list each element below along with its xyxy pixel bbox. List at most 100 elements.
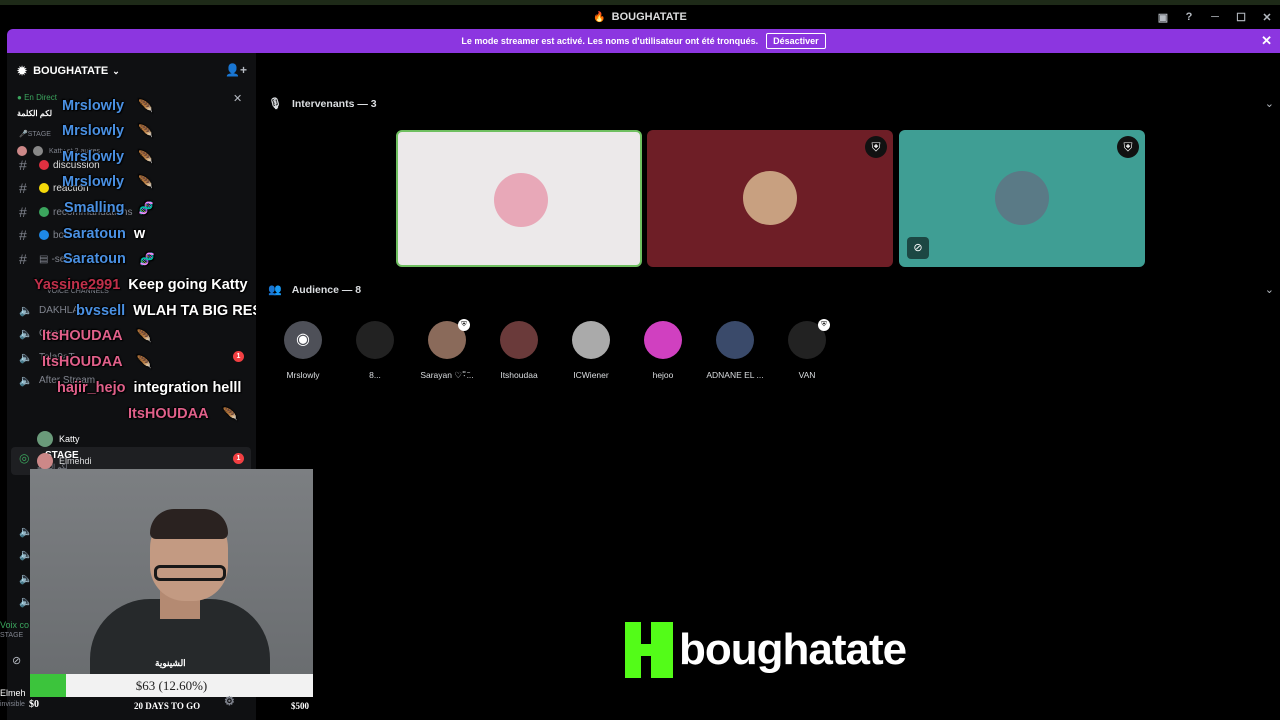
channel-bot[interactable]: # bot [19, 227, 67, 243]
chat-user: ItsHOUDAA [42, 328, 123, 344]
audience-member[interactable]: hejoo [627, 321, 699, 380]
member-name: Elmehdi [59, 456, 92, 466]
chat-message: Mrslowly 🪶 [62, 98, 153, 114]
chat-user: bvssell [76, 303, 126, 319]
goal-amount: $63 (12.60%) [135, 678, 208, 693]
chat-user: Saratoun [63, 251, 126, 267]
chat-message: Mrslowly 🪶 [62, 149, 153, 165]
user-name: Elmeh [0, 688, 26, 698]
people-icon: 👥 [268, 284, 282, 296]
moderator-icon: ⛨ [458, 319, 470, 331]
speaker-tile[interactable]: ⛨ ⊘ [899, 130, 1145, 267]
feather-icon: 🪶 [136, 355, 152, 369]
audience-member[interactable]: ⛨ VAN [771, 319, 843, 380]
webcam-person [150, 509, 228, 539]
avatar [743, 171, 797, 225]
kick-logo-icon [625, 622, 673, 678]
goal-days: 20 DAYS TO GO [134, 701, 201, 711]
chat-user: ItsHOUDAA [42, 354, 123, 370]
moderator-icon: ⛨ [865, 136, 887, 158]
speaker-icon: 🔈 [19, 304, 33, 317]
avatar [33, 146, 43, 156]
speakers-header[interactable]: 🎙 Intervenants — 3 [268, 97, 377, 111]
disable-streamer-button[interactable]: Désactiver [766, 33, 826, 49]
channel-dot [39, 183, 49, 193]
minimize-button[interactable]: ─ [1202, 11, 1228, 23]
audience-label: Audience — 8 [291, 283, 362, 296]
window-title: BOUGHATATE [611, 11, 687, 23]
hash-icon: # [19, 157, 27, 173]
chat-user: ItsHOUDAA [128, 406, 209, 422]
webcam-caption: الشينوية [155, 658, 186, 668]
stage-member[interactable]: Elmehdi [37, 453, 92, 469]
maximize-button[interactable]: ☐ [1228, 11, 1254, 24]
donation-goal-bar: $63 (12.60%) [30, 674, 313, 697]
chat-message: Yassine2991 Keep going Katty [34, 277, 248, 293]
live-text: En Direct [24, 93, 57, 102]
close-icon[interactable]: ✕ [1261, 33, 1272, 49]
avatar: ⛨ [788, 319, 830, 359]
audience-member[interactable]: 8... [339, 321, 411, 380]
close-icon[interactable]: ✕ [233, 92, 242, 105]
stage-member[interactable]: Katty [37, 431, 80, 447]
audience-name: Itshoudaa [500, 370, 538, 380]
chat-user: Mrslowly [62, 123, 125, 139]
hash-icon: # [19, 251, 27, 267]
chat-message: ItsHOUDAA 🪶 [42, 328, 152, 344]
speaker-icon: 🔈 [19, 327, 33, 340]
close-window-button[interactable]: ✕ [1254, 11, 1280, 24]
server-header[interactable]: ✹ BOUGHATATE ⌄ 👤+ [17, 63, 247, 79]
chat-text: Keep going Katty [128, 277, 248, 293]
channel-dot [39, 160, 49, 170]
audience-member[interactable]: ⛨ Sarayan ♡ٓٓ٠ٓ... [411, 319, 483, 381]
channel-dot [39, 207, 49, 217]
notification-badge: 1 [233, 351, 244, 362]
settings-icon: ▤ [39, 253, 49, 265]
moderator-icon: ⛨ [818, 319, 830, 331]
chevron-down-icon[interactable]: ⌄ [1265, 97, 1274, 110]
banner-text: Le mode streamer est activé. Les noms d'… [461, 36, 759, 46]
voice-channel[interactable]: 🔈 DAKHLA [19, 302, 79, 318]
add-member-icon[interactable]: 👤+ [225, 63, 247, 77]
help-icon[interactable]: ? [1176, 11, 1202, 23]
screen-share-icon[interactable]: ▣ [1150, 11, 1176, 24]
voice-label: DAKHLA [39, 304, 80, 316]
avatar [500, 321, 538, 359]
audience-name: Mrslowly [286, 370, 320, 380]
stage-icon: ◎ [19, 451, 30, 465]
goal-end: $500 [291, 701, 309, 711]
chat-user: Mrslowly [62, 98, 125, 114]
chat-user: hajir_hejo [57, 380, 126, 396]
channel-dot [39, 230, 49, 240]
chat-message: ItsHOUDAA 🪶 [42, 354, 152, 370]
moderator-icon: ⛨ [1117, 136, 1139, 158]
stage-topic: لكم الكلمة [17, 109, 53, 118]
avatar [644, 321, 682, 359]
audience-member[interactable]: ADNANE EL ... [699, 321, 771, 380]
webcam-person [154, 565, 226, 581]
avatar [572, 321, 610, 359]
audience-member[interactable]: ◉ Mrslowly [267, 321, 339, 380]
dna-icon: 🧬 [139, 252, 155, 266]
settings-icon[interactable]: ⚙ [224, 694, 235, 709]
audience-name: 8... [369, 370, 381, 380]
live-label: ● En Direct [17, 93, 57, 102]
stage-line-text: STAGE [27, 130, 51, 138]
speaker-tile[interactable] [396, 130, 642, 267]
user-status: invisible [0, 701, 25, 708]
chat-message: Smalling 🧬 [64, 200, 153, 216]
title-bar: 🔥 BOUGHATATE ▣ ? ─ ☐ ✕ [0, 5, 1280, 29]
audience-header[interactable]: 👥 Audience — 8 [268, 283, 362, 297]
feather-icon: 🪶 [138, 150, 153, 164]
chevron-down-icon[interactable]: ⌄ [1265, 283, 1274, 296]
mute-stream-icon[interactable]: ⊘ [12, 654, 21, 667]
feather-icon: 🪶 [136, 329, 152, 343]
audience-member[interactable]: ICWiener [555, 321, 627, 380]
speaker-tile[interactable]: ⛨ [647, 130, 893, 267]
goal-start: $0 [29, 699, 39, 710]
avatar [356, 321, 394, 359]
audience-member[interactable]: Itshoudaa [483, 321, 555, 380]
hash-icon: # [19, 180, 27, 196]
chat-user: Saratoun [63, 226, 126, 242]
chat-message: ItsHOUDAA 🪶 [128, 406, 238, 422]
